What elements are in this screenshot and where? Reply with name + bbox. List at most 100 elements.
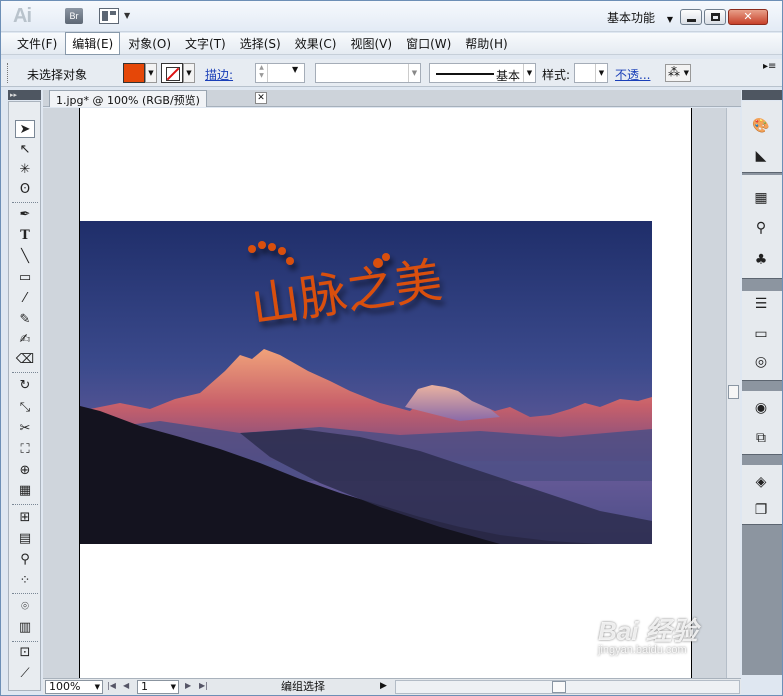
- illustrator-window: Ai Br ▼ 基本功能 ▼ ✕ 文件(F) 编辑(E) 对象(O) 文字(T)…: [0, 0, 783, 696]
- next-artboard-icon[interactable]: ▶: [185, 681, 191, 690]
- artboard-number-select[interactable]: 1 ▼: [137, 680, 179, 694]
- symbol-sprayer-tool-icon[interactable]: ⌾: [15, 598, 35, 616]
- chevron-down-icon: ▼: [292, 65, 299, 74]
- scale-tool-icon[interactable]: ⤡: [15, 399, 35, 417]
- transparency-icon[interactable]: ◎: [751, 353, 771, 371]
- horizontal-scroll-thumb[interactable]: [552, 681, 566, 693]
- placed-image[interactable]: 山脉之美: [80, 221, 652, 544]
- eraser-tool-icon[interactable]: ⌫: [15, 351, 35, 369]
- tools-panel-header[interactable]: ▸▸: [8, 90, 41, 100]
- vertical-scrollbar[interactable]: [726, 108, 740, 678]
- layers-icon[interactable]: ◈: [751, 473, 771, 491]
- mesh-tool-icon[interactable]: ⊞: [15, 509, 35, 527]
- maximize-button[interactable]: [704, 9, 726, 25]
- column-graph-tool-icon[interactable]: ▥: [15, 619, 35, 637]
- document-tab[interactable]: 1.jpg* @ 100% (RGB/预览): [49, 90, 207, 107]
- stroke-weight-stepper[interactable]: ▲ ▼: [256, 64, 268, 82]
- menu-edit[interactable]: 编辑(E): [65, 32, 121, 55]
- stroke-link[interactable]: 描边:: [205, 66, 233, 86]
- stroke-line-preview: [436, 73, 494, 75]
- canvas-area[interactable]: 山脉之美: [43, 108, 726, 678]
- shape-builder-tool-icon[interactable]: ⊕: [15, 462, 35, 480]
- type-tool-icon[interactable]: T: [15, 227, 35, 245]
- slice-tool-icon[interactable]: ⟋: [15, 665, 35, 683]
- status-bar: 100% ▼ |◀ ◀ 1 ▼ ▶ ▶| 编组选择 ▶: [43, 678, 741, 695]
- document-tab-title: 1.jpg* @ 100% (RGB/预览): [56, 94, 200, 107]
- graphic-style-swatch[interactable]: ▼: [574, 63, 608, 83]
- minimize-button[interactable]: [680, 9, 702, 25]
- close-tab-icon[interactable]: ✕: [255, 92, 267, 104]
- swatches-icon[interactable]: ▦: [751, 189, 771, 207]
- bridge-button[interactable]: Br: [65, 8, 83, 24]
- rectangle-tool-icon[interactable]: ▭: [15, 269, 35, 287]
- zoom-select[interactable]: 100% ▼: [45, 680, 103, 694]
- tools-panel: ➤ ↖ ✳ ʘ ✒ T ╲ ▭ ⁄ ✎ ✍ ⌫ ↻ ⤡ ✂ ⛶ ⊕ ▦ ⊞ ▤ …: [8, 101, 41, 691]
- dock-group-layers: ◈ ❐: [742, 465, 782, 525]
- chevron-down-icon: ▼: [94, 683, 100, 691]
- appearance-icon[interactable]: ◉: [751, 399, 771, 417]
- previous-artboard-icon[interactable]: ◀: [123, 681, 129, 690]
- menu-help[interactable]: 帮助(H): [459, 33, 513, 54]
- status-menu-icon[interactable]: ▶: [380, 681, 387, 691]
- menu-object[interactable]: 对象(O): [122, 33, 177, 54]
- chevron-down-icon[interactable]: ▼: [124, 11, 130, 20]
- arrange-documents-button[interactable]: [99, 8, 119, 24]
- workspace-switcher[interactable]: 基本功能 ▼: [607, 9, 673, 26]
- baidu-watermark: Bai 经验 jingyan.baidu.com: [598, 611, 698, 656]
- current-tool-status: 编组选择: [281, 680, 325, 693]
- dock-group-swatches: ▦ ⚲ ♣: [742, 175, 782, 279]
- free-transform-tool-icon[interactable]: ⛶: [15, 441, 35, 459]
- close-button[interactable]: ✕: [728, 9, 768, 25]
- rotate-tool-icon[interactable]: ↻: [15, 377, 35, 395]
- paintbrush-tool-icon[interactable]: ⁄: [15, 290, 35, 308]
- blob-brush-tool-icon[interactable]: ✍: [15, 331, 35, 349]
- opacity-link[interactable]: 不透...: [615, 66, 650, 86]
- graphic-styles-icon[interactable]: ⧉: [751, 429, 771, 447]
- gradient-panel-icon[interactable]: ▭: [751, 325, 771, 343]
- menu-select[interactable]: 选择(S): [234, 33, 287, 54]
- last-artboard-icon[interactable]: ▶|: [199, 681, 208, 690]
- tool-divider: [12, 372, 38, 373]
- fill-dropdown[interactable]: ▼: [145, 63, 157, 83]
- eyedropper-tool-icon[interactable]: ⚲: [15, 551, 35, 569]
- menu-effect[interactable]: 效果(C): [289, 33, 343, 54]
- dock-group-appearance: ◉ ⧉: [742, 391, 782, 455]
- vertical-scroll-thumb[interactable]: [728, 385, 739, 399]
- blend-tool-icon[interactable]: ⁘: [15, 572, 35, 590]
- line-tool-icon[interactable]: ╲: [15, 248, 35, 266]
- horizontal-scrollbar[interactable]: [395, 680, 740, 694]
- variable-width-select[interactable]: ▼: [315, 63, 421, 83]
- warp-tool-icon[interactable]: ✂: [15, 420, 35, 438]
- artboard-tool-icon[interactable]: ⊡: [15, 644, 35, 662]
- first-artboard-icon[interactable]: |◀: [107, 681, 116, 690]
- color-guide-icon[interactable]: ◣: [751, 147, 771, 165]
- pencil-tool-icon[interactable]: ✎: [15, 311, 35, 329]
- selection-tool-icon[interactable]: ➤: [15, 120, 35, 138]
- brush-definition-select[interactable]: 基本 ▼: [429, 63, 536, 83]
- menu-file[interactable]: 文件(F): [11, 33, 63, 54]
- fill-color-swatch[interactable]: [123, 63, 145, 83]
- magic-wand-tool-icon[interactable]: ✳: [15, 161, 35, 179]
- brushes-icon[interactable]: ⚲: [751, 219, 771, 237]
- symbols-icon[interactable]: ♣: [751, 251, 771, 269]
- perspective-grid-tool-icon[interactable]: ▦: [15, 482, 35, 500]
- gradient-tool-icon[interactable]: ▤: [15, 530, 35, 548]
- direct-selection-tool-icon[interactable]: ↖: [15, 141, 35, 159]
- stroke-dropdown[interactable]: ▼: [183, 63, 195, 83]
- dock-header[interactable]: [742, 90, 782, 100]
- menu-type[interactable]: 文字(T): [179, 33, 232, 54]
- panel-dock: 🎨 ◣ ▦ ⚲ ♣ ☰ ▭ ◎ ◉ ⧉ ◈ ❐: [742, 101, 782, 675]
- app-logo: Ai: [13, 5, 32, 27]
- color-palette-icon[interactable]: 🎨: [751, 117, 771, 135]
- panel-grip[interactable]: [7, 63, 10, 83]
- stroke-color-swatch[interactable]: [161, 63, 183, 83]
- menu-view[interactable]: 视图(V): [344, 33, 398, 54]
- stroke-panel-icon[interactable]: ☰: [751, 295, 771, 313]
- panel-menu-icon[interactable]: ▸≡: [763, 61, 776, 81]
- artboards-icon[interactable]: ❐: [751, 501, 771, 519]
- chevron-down-icon: ▼: [683, 69, 689, 77]
- menu-window[interactable]: 窗口(W): [400, 33, 457, 54]
- lasso-tool-icon[interactable]: ʘ: [15, 181, 35, 199]
- pen-tool-icon[interactable]: ✒: [15, 206, 35, 224]
- select-similar-button[interactable]: ⁂ ▼: [665, 64, 691, 82]
